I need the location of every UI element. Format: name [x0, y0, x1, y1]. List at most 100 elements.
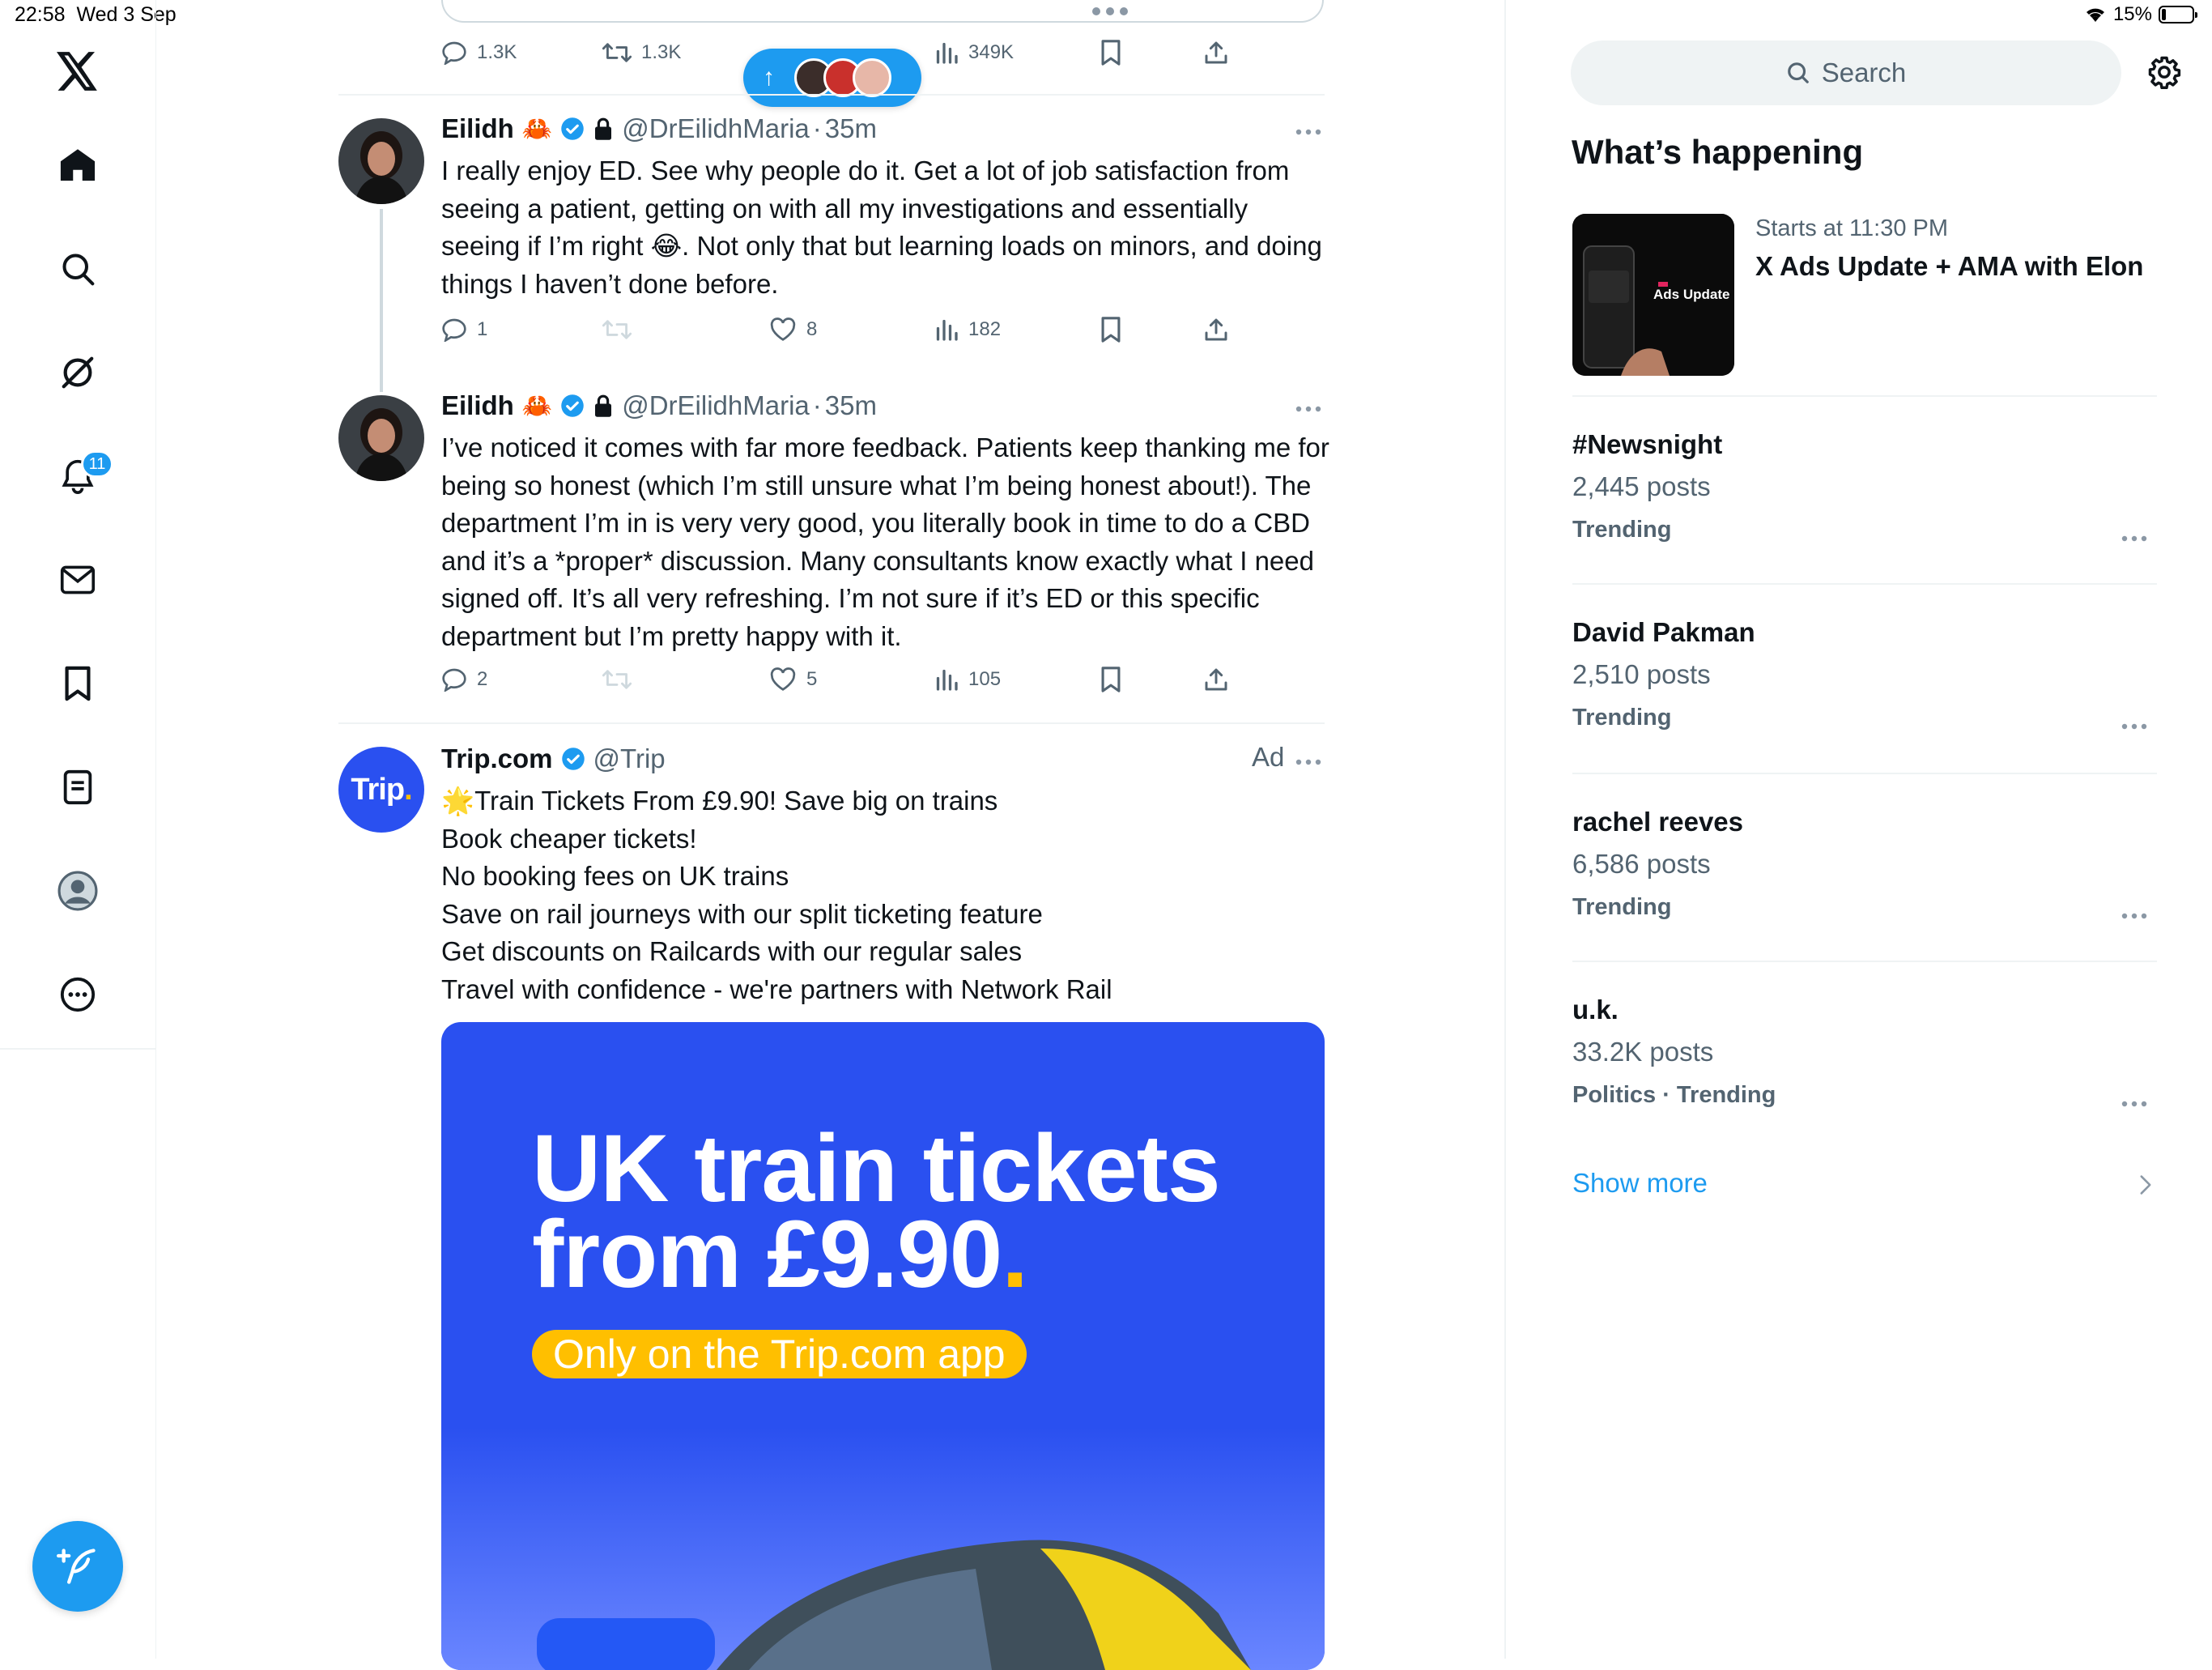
bookmark-button[interactable] — [1100, 39, 1122, 66]
trend-item[interactable]: David Pakman 2,510 posts Trending — [1572, 617, 2155, 731]
search-input[interactable]: Search — [1571, 40, 2121, 105]
author-handle[interactable]: @DrEilidhMaria — [622, 390, 810, 421]
repost-button — [602, 317, 632, 342]
battery-percent: 15% — [2112, 3, 2152, 25]
tweet-header: Trip.com @Trip — [441, 743, 666, 774]
trend-item[interactable]: rachel reeves 6,586 posts Trending — [1572, 807, 2155, 921]
author-name[interactable]: Eilidh — [441, 390, 514, 421]
bookmarks-icon[interactable] — [57, 662, 99, 705]
timestamp[interactable]: 35m — [825, 390, 877, 421]
train-illustration — [441, 1427, 1325, 1670]
reply-icon — [442, 668, 466, 692]
trend-category: Trending — [1572, 894, 1672, 920]
repost-button — [602, 667, 632, 692]
advertiser-avatar[interactable]: Trip. — [338, 747, 424, 833]
leftnav-divider — [0, 1048, 155, 1050]
grok-icon[interactable] — [57, 351, 99, 394]
views-icon — [936, 319, 958, 341]
promo-headline: UK train tickets from £9.90. — [532, 1115, 1221, 1308]
like-icon — [770, 317, 796, 341]
ad-promo-image[interactable]: UK train tickets from £9.90. Only on the… — [441, 1022, 1325, 1670]
like-icon — [770, 667, 796, 691]
event-image-text: Ads Update — [1653, 287, 1730, 302]
reply-button[interactable]: 1 — [441, 317, 487, 342]
share-icon — [1205, 668, 1227, 691]
trend-count: 6,586 posts — [1572, 849, 1711, 879]
event-title[interactable]: X Ads Update + AMA with Elon — [1755, 251, 2143, 282]
trend-name: David Pakman — [1572, 617, 1755, 647]
views-button[interactable]: 349K — [934, 40, 1014, 65]
avatar[interactable] — [338, 118, 424, 204]
more-icon[interactable] — [57, 973, 99, 1016]
reply-icon — [442, 41, 466, 65]
share-button[interactable] — [1203, 39, 1229, 66]
repost-icon — [602, 43, 632, 62]
ad-line: Book cheaper tickets! — [441, 823, 697, 854]
trend-item[interactable]: #Newsnight 2,445 posts Trending — [1572, 429, 2155, 543]
trend-category: Politics · Trending — [1572, 1082, 1776, 1108]
new-posts-pill[interactable]: ↑ — [743, 49, 921, 107]
chevron-right-icon[interactable] — [2139, 1174, 2152, 1195]
feed-divider — [338, 94, 1325, 96]
trend-divider — [1572, 773, 2157, 774]
bookmark-icon — [1101, 40, 1121, 66]
quoted-card-bottom[interactable] — [441, 0, 1324, 23]
search-icon[interactable] — [57, 248, 99, 290]
timestamp[interactable]: 35m — [825, 113, 877, 144]
crab-emoji: 🦀 — [521, 115, 553, 143]
advertiser-name[interactable]: Trip.com — [441, 743, 553, 774]
crab-emoji: 🦀 — [521, 392, 553, 420]
verified-badge-icon — [561, 117, 584, 140]
trend-more-icon[interactable] — [2121, 1100, 2147, 1108]
time-separator: · — [812, 113, 822, 143]
advertiser-handle[interactable]: @Trip — [593, 743, 666, 774]
search-placeholder: Search — [1821, 58, 1907, 87]
profile-avatar-icon[interactable] — [57, 870, 99, 912]
x-logo-icon[interactable] — [57, 50, 99, 92]
wifi-icon — [2086, 8, 2104, 22]
event-meta: Starts at 11:30 PM — [1755, 215, 1949, 241]
share-button[interactable] — [1203, 666, 1229, 693]
bookmark-button[interactable] — [1100, 666, 1122, 693]
trend-more-icon[interactable] — [2121, 722, 2147, 731]
more-options-icon[interactable] — [1295, 128, 1321, 136]
home-icon[interactable] — [57, 144, 99, 186]
trend-count: 33.2K posts — [1572, 1037, 1714, 1067]
trend-divider — [1572, 395, 2157, 397]
author-name[interactable]: Eilidh — [441, 113, 514, 144]
trend-count: 2,510 posts — [1572, 659, 1711, 689]
repost-button[interactable]: 1.3K — [602, 40, 681, 65]
messages-icon[interactable] — [57, 559, 99, 601]
author-handle[interactable]: @DrEilidhMaria — [622, 113, 810, 144]
bookmark-button[interactable] — [1100, 316, 1122, 343]
share-button[interactable] — [1203, 316, 1229, 343]
more-options-icon[interactable] — [1295, 405, 1321, 413]
views-icon — [936, 669, 958, 691]
reply-button[interactable]: 1.3K — [441, 40, 517, 65]
trend-category: Trending — [1572, 705, 1672, 731]
trend-more-icon[interactable] — [2121, 535, 2147, 543]
status-right: 15% — [2084, 3, 2197, 26]
views-button[interactable]: 105 — [934, 667, 1001, 692]
ad-line: No booking fees on UK trains — [441, 861, 789, 891]
lists-icon[interactable] — [57, 766, 99, 808]
views-button[interactable]: 182 — [934, 317, 1001, 342]
avatar[interactable] — [338, 395, 424, 481]
ad-line: Travel with confidence - we're partners … — [441, 973, 1112, 1004]
like-button[interactable]: 8 — [769, 317, 817, 342]
trend-item[interactable]: u.k. 33.2K posts Politics · Trending — [1572, 995, 2155, 1109]
left-nav: 11 — [0, 0, 156, 1659]
like-button[interactable]: 5 — [769, 667, 817, 692]
more-options-icon[interactable] — [1295, 758, 1321, 766]
share-icon — [1205, 41, 1227, 64]
bookmark-icon — [1101, 317, 1121, 343]
reply-button[interactable]: 2 — [441, 667, 487, 692]
reply-icon — [442, 318, 466, 342]
show-more-link[interactable]: Show more — [1572, 1168, 1708, 1199]
settings-gear-icon[interactable] — [2147, 55, 2181, 89]
search-icon — [1787, 62, 1809, 83]
compose-post-button[interactable] — [32, 1521, 123, 1612]
trend-more-icon[interactable] — [2121, 912, 2147, 920]
tweet-header: Eilidh 🦀 @DrEilidhMaria · 35m — [441, 113, 877, 144]
event-thumbnail[interactable]: Ads Update — [1572, 214, 1734, 376]
